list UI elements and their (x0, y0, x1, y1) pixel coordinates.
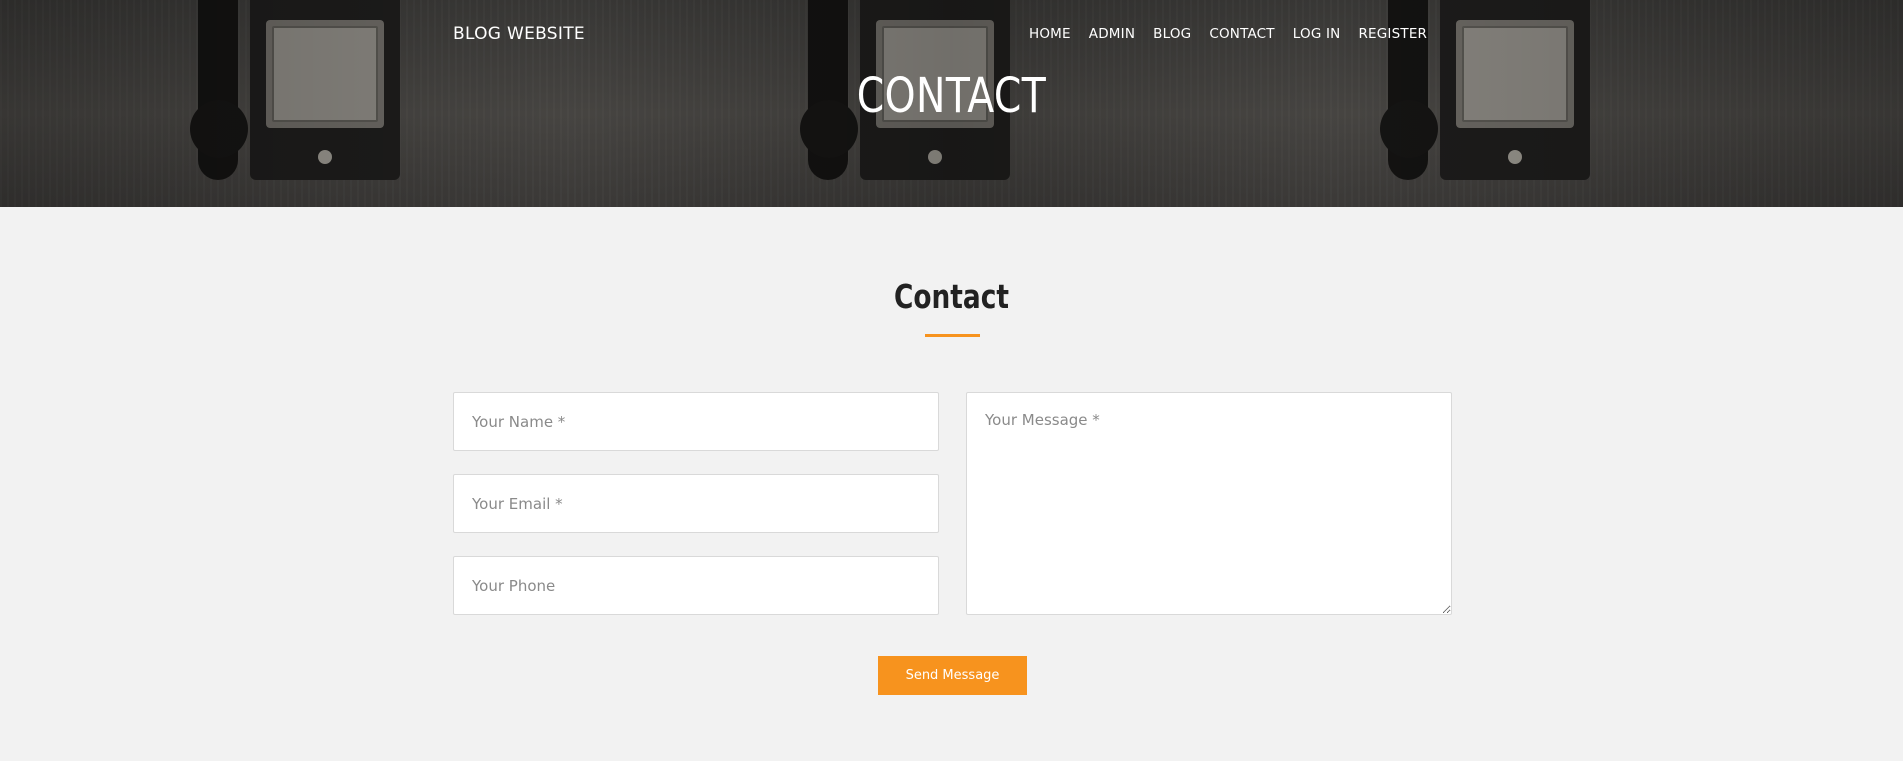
email-input[interactable] (453, 474, 939, 533)
nav-blog[interactable]: BLOG (1153, 26, 1191, 42)
send-message-button[interactable]: Send Message (878, 656, 1027, 695)
nav-register[interactable]: REGISTER (1358, 26, 1427, 42)
hero-title: CONTACT (856, 68, 1047, 124)
hero-banner: BLOG WEBSITE HOME ADMIN BLOG CONTACT LOG… (0, 0, 1903, 207)
nav-admin[interactable]: ADMIN (1089, 26, 1135, 42)
name-input[interactable] (453, 392, 939, 451)
nav-contact[interactable]: CONTACT (1209, 26, 1274, 42)
title-underline-divider (925, 334, 980, 337)
phone-input[interactable] (453, 556, 939, 615)
nav-home[interactable]: HOME (1029, 26, 1071, 42)
nav-log-in[interactable]: LOG IN (1293, 26, 1341, 42)
message-textarea[interactable] (966, 392, 1452, 615)
section-title: Contact (893, 277, 1009, 316)
brand-logo-link[interactable]: BLOG WEBSITE (453, 24, 585, 44)
main-nav: HOME ADMIN BLOG CONTACT LOG IN REGISTER (1029, 26, 1427, 42)
